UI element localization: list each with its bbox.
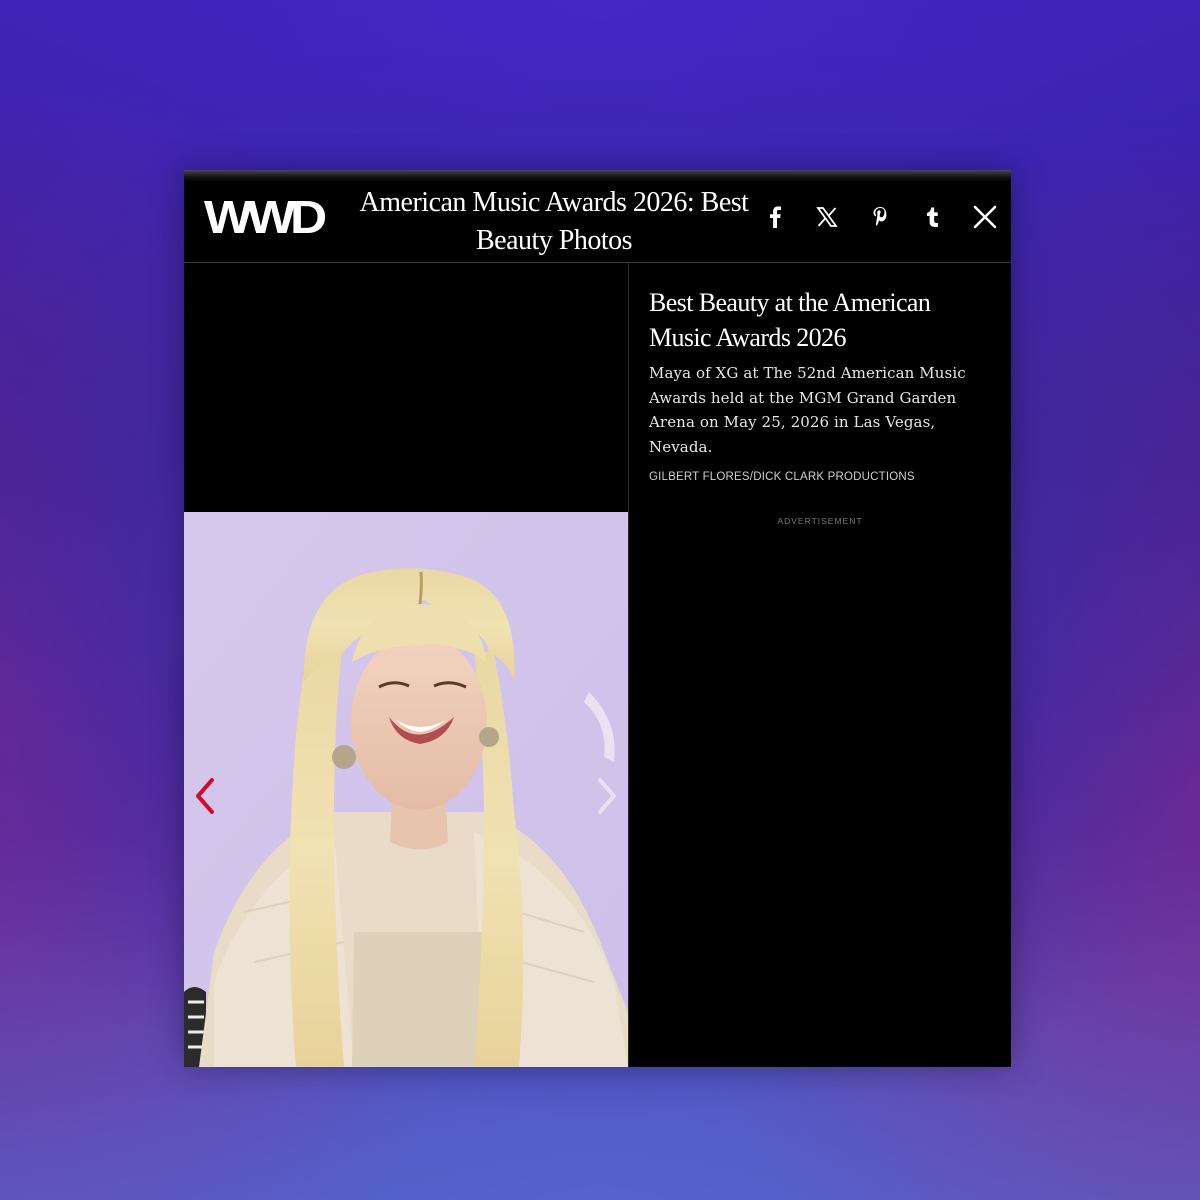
gallery-photo[interactable] — [184, 512, 628, 1067]
wwd-logo[interactable]: WWD — [204, 194, 327, 240]
gallery-modal: WWD American Music Awards 2026: Best Bea… — [184, 170, 1011, 1067]
facebook-icon[interactable] — [758, 200, 792, 234]
close-icon[interactable] — [968, 200, 1002, 234]
gallery-title: American Music Awards 2026: Best Beauty … — [359, 187, 749, 256]
caption-pane: Best Beauty at the American Music Awards… — [629, 263, 1011, 1067]
photo-pane — [184, 263, 629, 1067]
gallery-header: WWD American Music Awards 2026: Best Bea… — [184, 170, 1011, 263]
slide-title: Best Beauty at the American Music Awards… — [649, 288, 931, 352]
photo-credit: GILBERT FLORES/DICK CLARK PRODUCTIONS — [649, 471, 915, 483]
prev-arrow-icon[interactable] — [184, 766, 224, 826]
x-icon[interactable] — [810, 200, 844, 234]
tumblr-icon[interactable] — [915, 200, 949, 234]
pinterest-icon[interactable] — [863, 200, 897, 234]
advertisement-label: ADVERTISEMENT — [777, 516, 863, 526]
slide-caption: Maya of XG at The 52nd American Music Aw… — [649, 364, 966, 456]
next-arrow-icon[interactable] — [588, 766, 628, 826]
